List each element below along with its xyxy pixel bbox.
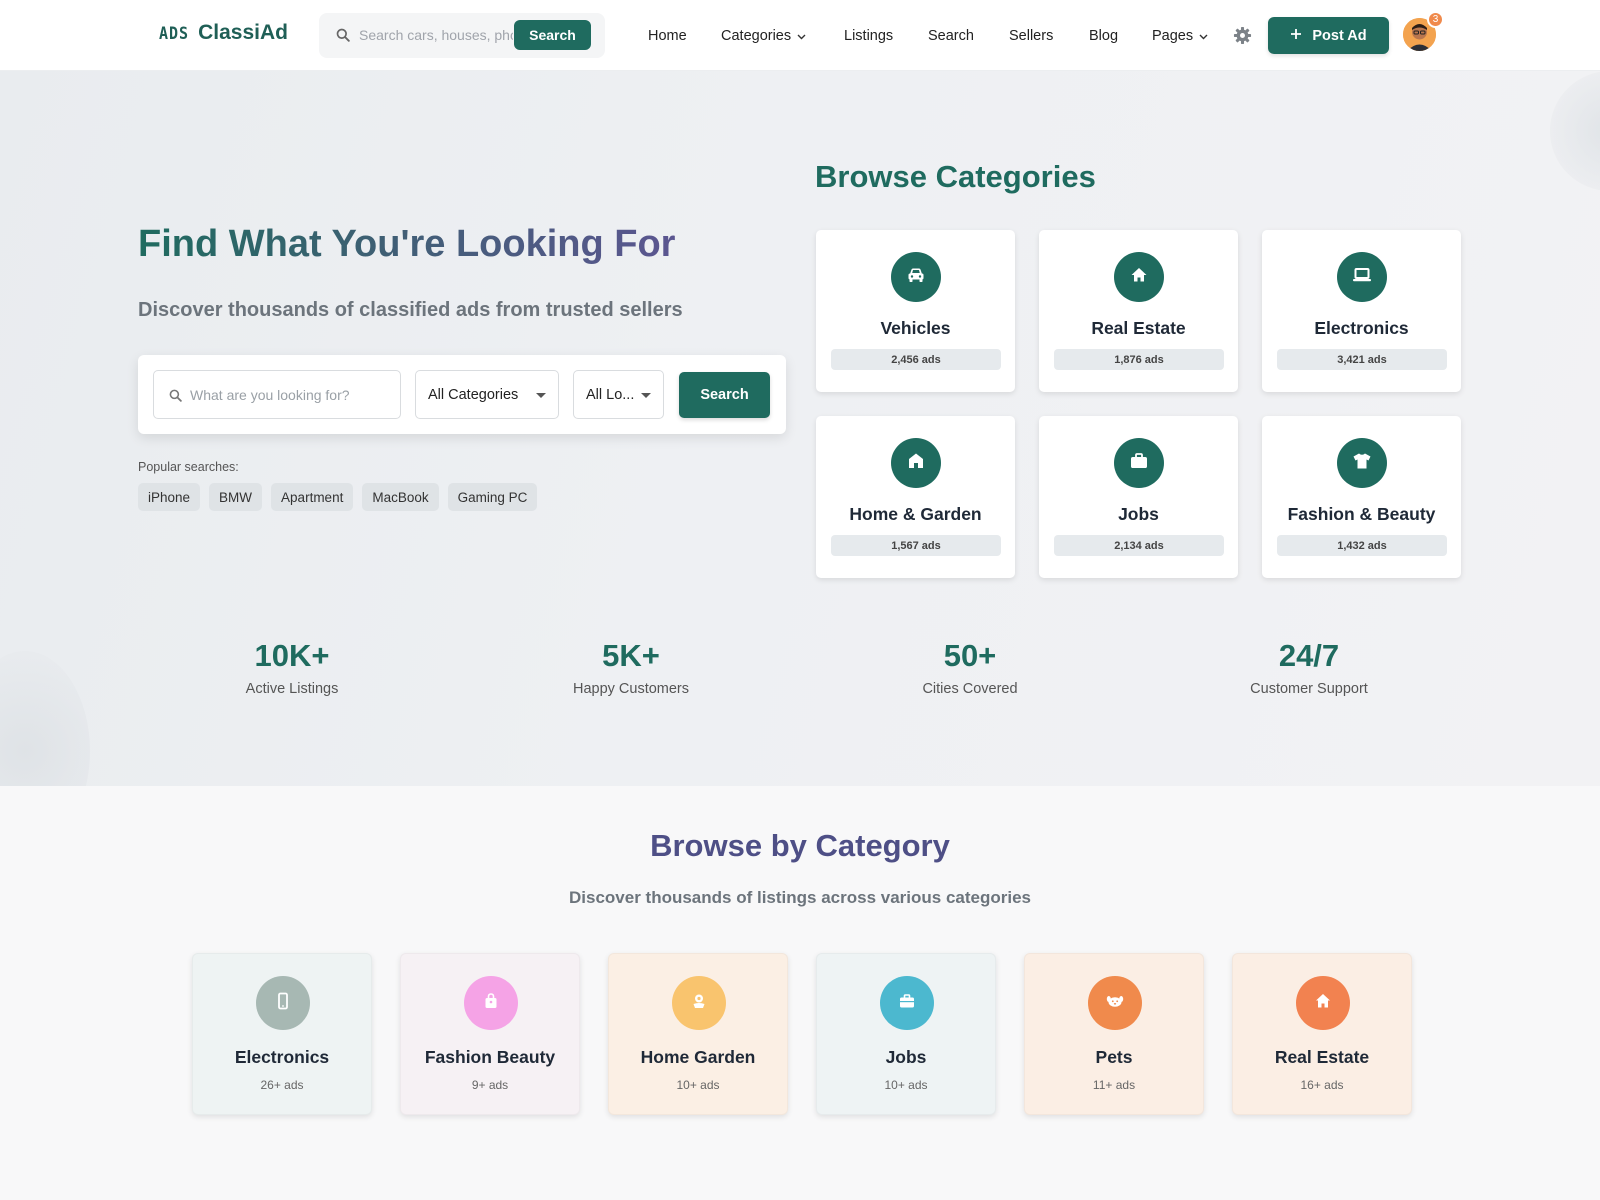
phone-icon [273,991,293,1016]
bbc-card-pets[interactable]: Pets 11+ ads [1024,953,1204,1115]
hero-search-button[interactable]: Search [679,372,770,418]
stat-customer-support: 24/7 Customer Support [1250,638,1368,697]
notification-badge: 3 [1427,11,1444,28]
category-card-home-garden[interactable]: Home & Garden 1,567 ads [816,416,1015,578]
bbc-card-fashion-beauty[interactable]: Fashion Beauty 9+ ads [400,953,580,1115]
post-ad-button[interactable]: Post Ad [1268,17,1389,54]
flower-icon [689,991,709,1016]
category-card-fashion-beauty[interactable]: Fashion & Beauty 1,432 ads [1262,416,1461,578]
paw-icon [1104,990,1126,1017]
popular-searches-label: Popular searches: [138,460,239,474]
nav-sellers[interactable]: Sellers [1009,28,1053,44]
nav-blog[interactable]: Blog [1089,28,1118,44]
popular-chip[interactable]: Gaming PC [447,483,538,511]
nav-search[interactable]: Search [928,28,974,44]
popular-chip[interactable]: Apartment [271,483,354,511]
decorative-blob [1550,71,1600,191]
top-header: ADS ClassiAd Search Home Categories List… [0,0,1600,71]
briefcase-icon [897,991,917,1016]
nav-pages[interactable]: Pages [1152,28,1208,44]
location-select[interactable]: All Lo... [573,370,664,419]
bag-icon [481,991,501,1016]
caret-down-icon [641,393,651,398]
stat-happy-customers: 5K+ Happy Customers [572,638,690,697]
car-icon [905,264,927,291]
popular-chip[interactable]: iPhone [138,483,201,511]
decorative-blob [0,651,90,786]
category-card-jobs[interactable]: Jobs 2,134 ads [1039,416,1238,578]
category-card-real-estate[interactable]: Real Estate 1,876 ads [1039,230,1238,392]
browse-by-category-title: Browse by Category [650,828,950,863]
logo-mark: ADS [159,22,190,44]
hero-section: Find What You're Looking For Discover th… [0,71,1600,786]
header-search-input[interactable] [359,25,513,45]
stat-cities-covered: 50+ Cities Covered [922,638,1018,697]
bbc-card-electronics[interactable]: Electronics 26+ ads [192,953,372,1115]
category-card-vehicles[interactable]: Vehicles 2,456 ads [816,230,1015,392]
logo[interactable]: ADS ClassiAd [159,21,288,45]
hero-search-card: All Categories All Lo... Search [138,355,786,434]
bbc-card-jobs[interactable]: Jobs 10+ ads [816,953,996,1115]
home-icon [1129,265,1149,290]
popular-chip[interactable]: BMW [209,483,263,511]
header-search-button[interactable]: Search [514,20,591,50]
plus-icon [1290,28,1302,44]
hero-search-field [153,370,401,419]
search-icon [169,389,182,407]
caret-down-icon [536,393,546,398]
hero-subtitle: Discover thousands of classified ads fro… [138,299,683,321]
hero-search-input[interactable] [190,386,390,404]
gear-icon[interactable] [1233,26,1252,50]
bbc-card-real-estate[interactable]: Real Estate 16+ ads [1232,953,1412,1115]
category-select[interactable]: All Categories [415,370,559,419]
laptop-icon [1351,264,1373,291]
chevron-down-icon [797,28,806,44]
nav-listings[interactable]: Listings [844,28,893,44]
popular-searches: iPhone BMW Apartment MacBook Gaming PC [138,483,538,511]
browse-categories-title: Browse Categories [815,159,1096,194]
house-icon [906,451,926,476]
header-search: Search [319,13,605,58]
popular-chip[interactable]: MacBook [362,483,439,511]
shirt-icon [1351,450,1373,477]
category-card-electronics[interactable]: Electronics 3,421 ads [1262,230,1461,392]
hero-title: Find What You're Looking For [138,223,676,265]
nav-categories[interactable]: Categories [721,28,806,44]
logo-text: ClassiAd [198,21,288,44]
home-icon [1313,991,1333,1016]
nav-home[interactable]: Home [648,28,687,44]
browse-by-category-row: Electronics 26+ ads Fashion Beauty 9+ ad… [192,953,1412,1115]
stat-active-listings: 10K+ Active Listings [245,638,339,697]
search-icon [336,28,350,47]
chevron-down-icon [1199,28,1208,44]
bbc-card-home-garden[interactable]: Home Garden 10+ ads [608,953,788,1115]
browse-categories-grid: Vehicles 2,456 ads Real Estate 1,876 ads… [816,230,1464,578]
briefcase-icon [1128,450,1150,477]
browse-by-category-subtitle: Discover thousands of listings across va… [569,888,1031,907]
